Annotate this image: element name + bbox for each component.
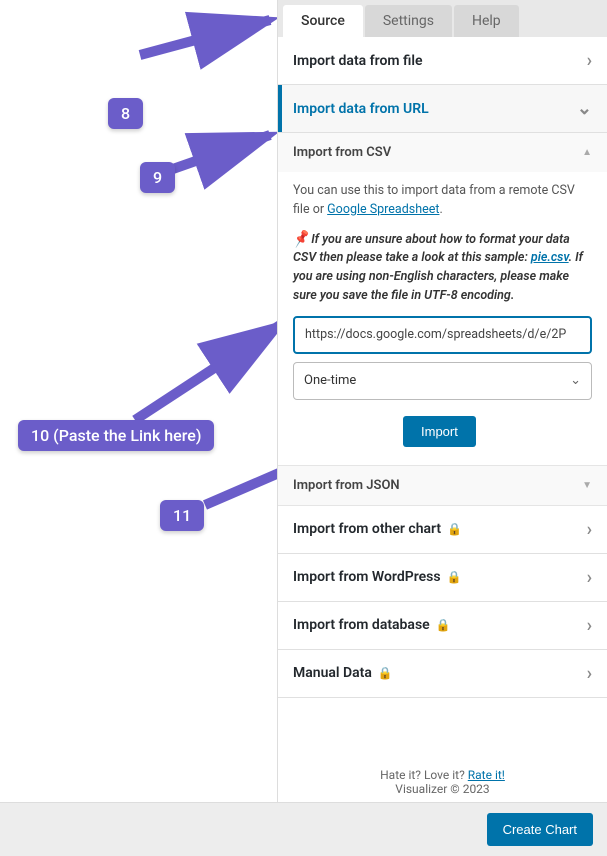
frequency-select[interactable]: One-time ⌄ bbox=[293, 362, 592, 400]
chevron-right-icon: › bbox=[587, 615, 592, 636]
accordion-import-wordpress[interactable]: Import from WordPress🔒 › bbox=[278, 554, 607, 602]
acc-label: Import from other chart🔒 bbox=[293, 521, 462, 537]
chevron-down-icon: ⌄ bbox=[577, 98, 592, 119]
sub-header-csv[interactable]: Import from CSV ▲ bbox=[278, 133, 607, 172]
pin-icon: 📌 bbox=[290, 227, 312, 251]
url-input[interactable]: https://docs.google.com/spreadsheets/d/e… bbox=[293, 316, 592, 355]
accordion-manual-data[interactable]: Manual Data🔒 › bbox=[278, 650, 607, 698]
select-value: One-time bbox=[304, 371, 356, 391]
tab-help[interactable]: Help bbox=[454, 5, 519, 37]
accordion-import-database[interactable]: Import from database🔒 › bbox=[278, 602, 607, 650]
callout-9: 9 bbox=[140, 162, 175, 193]
pie-csv-link[interactable]: pie.csv bbox=[531, 250, 569, 265]
chevron-right-icon: › bbox=[587, 663, 592, 684]
tab-source[interactable]: Source bbox=[283, 5, 363, 37]
sub-label: Import from JSON bbox=[293, 478, 400, 493]
callout-8: 8 bbox=[108, 98, 143, 129]
panel-footer: Hate it? Love it? Rate it! Visualizer © … bbox=[278, 698, 607, 806]
create-chart-button[interactable]: Create Chart bbox=[487, 813, 593, 846]
chevron-right-icon: › bbox=[587, 519, 592, 540]
sub-import-json[interactable]: Import from JSON ▼ bbox=[278, 466, 607, 506]
copyright: Visualizer © 2023 bbox=[278, 782, 607, 796]
chevron-right-icon: › bbox=[587, 567, 592, 588]
accordion-import-file[interactable]: Import data from file › bbox=[278, 37, 607, 85]
google-spreadsheet-link[interactable]: Google Spreadsheet bbox=[327, 202, 439, 217]
lock-icon: 🔒 bbox=[447, 522, 462, 536]
import-button[interactable]: Import bbox=[403, 416, 476, 447]
csv-body: You can use this to import data from a r… bbox=[278, 172, 607, 465]
acc-label: Manual Data🔒 bbox=[293, 665, 393, 681]
acc-label: Import from database🔒 bbox=[293, 617, 451, 633]
callout-11: 11 bbox=[160, 500, 204, 531]
triangle-down-icon: ▼ bbox=[582, 480, 592, 491]
sub-label: Import from CSV bbox=[293, 145, 391, 160]
acc-label: Import data from file bbox=[293, 53, 423, 69]
acc-label: Import from WordPress🔒 bbox=[293, 569, 462, 585]
tab-settings[interactable]: Settings bbox=[365, 5, 452, 37]
csv-tip: 📌If you are unsure about how to format y… bbox=[293, 230, 592, 306]
lock-icon: 🔒 bbox=[378, 666, 393, 680]
callout-10: 10 (Paste the Link here) bbox=[18, 420, 214, 451]
accordion-import-other-chart[interactable]: Import from other chart🔒 › bbox=[278, 506, 607, 554]
lock-icon: 🔒 bbox=[447, 570, 462, 584]
sub-import-csv: Import from CSV ▲ You can use this to im… bbox=[278, 133, 607, 466]
chevron-down-icon: ⌄ bbox=[570, 371, 581, 391]
lock-icon: 🔒 bbox=[436, 618, 451, 632]
rate-it-link[interactable]: Rate it! bbox=[468, 768, 505, 782]
bottom-bar: Create Chart bbox=[0, 802, 607, 856]
settings-panel: Source Settings Help Import data from fi… bbox=[277, 0, 607, 806]
csv-description: You can use this to import data from a r… bbox=[293, 182, 592, 220]
accordion-import-url[interactable]: Import data from URL ⌄ bbox=[278, 85, 607, 133]
triangle-up-icon: ▲ bbox=[582, 147, 592, 158]
tab-bar: Source Settings Help bbox=[278, 0, 607, 37]
acc-label: Import data from URL bbox=[293, 101, 429, 117]
chevron-right-icon: › bbox=[587, 50, 592, 71]
